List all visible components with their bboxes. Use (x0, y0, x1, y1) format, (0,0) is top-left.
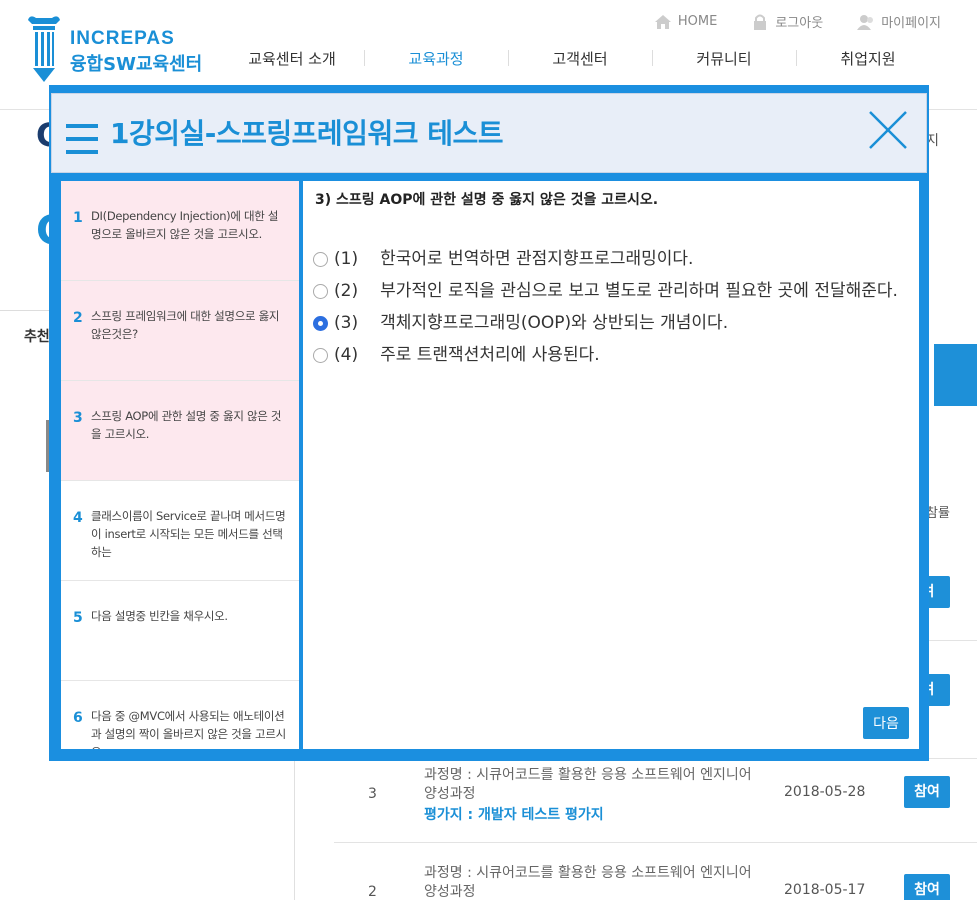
question-item[interactable]: 4 클래스이름이 Service로 끝나며 메서드명이 insert로 시작되는… (61, 481, 299, 581)
option-text: 한국어로 번역하면 관점지향프로그래밍이다. (380, 249, 694, 269)
nav-community[interactable]: 커뮤니티 (652, 48, 796, 69)
nav-support[interactable]: 고객센터 (508, 48, 652, 69)
nav-about[interactable]: 교육센터 소개 (220, 48, 364, 69)
column-logo-icon (28, 16, 60, 82)
bg-row-divider (334, 842, 977, 843)
bg-recommend-label: 추천 (24, 329, 50, 345)
next-button[interactable]: 다음 (863, 707, 909, 739)
util-mypage-link[interactable]: 마이페이지 (857, 12, 941, 31)
main-nav: 교육센터 소개 교육과정 고객센터 커뮤니티 취업지원 (220, 48, 940, 69)
option-text: 객체지향프로그래밍(OOP)와 상반되는 개념이다. (380, 313, 729, 333)
util-home-link[interactable]: HOME (654, 12, 717, 31)
util-mypage-label: 마이페이지 (881, 16, 941, 31)
question-item[interactable]: 6 다음 중 @MVC에서 사용되는 애노테이션과 설명의 짝이 올바르지 않은… (61, 681, 299, 749)
table-row: 2 과정명 : 시큐어코드를 활용한 응용 소프트웨어 엔지니어 양성과정 20… (334, 860, 977, 900)
question-text: 다음 중 @MVC에서 사용되는 애노테이션과 설명의 짝이 올바르지 않은 것… (91, 709, 286, 749)
radio-button-selected[interactable] (313, 316, 328, 331)
modal-header: 1강의실-스프링프레임워크 테스트 (51, 93, 927, 173)
question-number: 5 (73, 610, 83, 626)
radio-button[interactable] (313, 284, 328, 299)
row-join-button[interactable]: 참여 (904, 776, 950, 808)
question-text: 클래스이름이 Service로 끝나며 메서드명이 insert로 시작되는 모… (91, 509, 286, 559)
utility-nav: HOME 로그아웃 마이페이지 (654, 12, 941, 31)
home-icon (654, 14, 671, 29)
question-panel: 3) 스프링 AOP에 관한 설명 중 옳지 않은 것을 고르시오. (1) 한국… (303, 181, 919, 749)
option-number: (4) (334, 345, 359, 365)
question-item[interactable]: 1 DI(Dependency Injection)에 대한 설명으로 올바르지… (61, 181, 299, 281)
answer-option[interactable]: (2) 부가적인 로직을 관심으로 보고 별도로 관리하며 필요한 곳에 전달해준… (313, 279, 913, 303)
question-text: DI(Dependency Injection)에 대한 설명으로 올바르지 않… (91, 209, 279, 241)
table-row: 3 과정명 : 시큐어코드를 활용한 응용 소프트웨어 엔지니어 양성과정 평가… (334, 762, 977, 842)
current-question-title: 3) 스프링 AOP에 관한 설명 중 옳지 않은 것을 고르시오. (315, 192, 659, 208)
answer-options: (1) 한국어로 번역하면 관점지향프로그래밍이다. (2) 부가적인 로직을 관심… (313, 247, 913, 375)
logo-english: INCREPAS (70, 28, 175, 49)
question-list: 1 DI(Dependency Injection)에 대한 설명으로 올바르지… (61, 181, 299, 749)
util-logout-link[interactable]: 로그아웃 (751, 12, 823, 31)
question-item[interactable]: 5 다음 설명중 빈칸을 채우시오. (61, 581, 299, 681)
logo-korean: 융합SW교육센터 (70, 54, 203, 75)
nav-career[interactable]: 취업지원 (796, 48, 940, 69)
nav-courses[interactable]: 교육과정 (364, 48, 508, 69)
answer-option[interactable]: (4) 주로 트랜잭션처리에 사용된다. (313, 343, 913, 367)
site-logo[interactable]: INCREPAS 융합SW교육센터 (26, 14, 206, 84)
question-text: 다음 설명중 빈칸을 채우시오. (91, 609, 228, 623)
row-join-button[interactable]: 참여 (904, 874, 950, 900)
option-text: 부가적인 로직을 관심으로 보고 별도로 관리하며 필요한 곳에 전달해준다. (380, 281, 898, 301)
option-number: (3) (334, 313, 359, 333)
answer-option[interactable]: (3) 객체지향프로그래밍(OOP)와 상반되는 개념이다. (313, 311, 913, 335)
lock-icon (754, 14, 767, 30)
row-eval-link[interactable]: 평가지 : 개발자 테스트 평가지 (424, 804, 604, 824)
bg-blue-bar (934, 344, 977, 406)
question-number: 6 (73, 710, 83, 726)
test-modal: 1강의실-스프링프레임워크 테스트 1 DI(Dependency Inject… (49, 85, 929, 761)
row-number: 2 (368, 884, 377, 900)
option-number: (1) (334, 249, 359, 269)
question-text: 스프링 AOP에 관한 설명 중 옳지 않은 것을 고르시오. (91, 409, 282, 441)
radio-button[interactable] (313, 252, 328, 267)
question-number: 1 (73, 210, 83, 226)
user-icon (857, 14, 874, 30)
question-item[interactable]: 3 스프링 AOP에 관한 설명 중 옳지 않은 것을 고르시오. (61, 381, 299, 481)
question-number: 3 (73, 410, 83, 426)
question-number: 4 (73, 510, 83, 526)
row-course: 과정명 : 시큐어코드를 활용한 응용 소프트웨어 엔지니어 양성과정 (424, 767, 752, 802)
question-text: 스프링 프레임워크에 대한 설명으로 옳지 않은것은? (91, 309, 280, 341)
option-text: 주로 트랜잭션처리에 사용된다. (380, 345, 600, 365)
question-item[interactable]: 2 스프링 프레임워크에 대한 설명으로 옳지 않은것은? (61, 281, 299, 381)
util-home-label: HOME (677, 14, 718, 29)
row-date: 2018-05-28 (784, 784, 866, 800)
question-number: 2 (73, 310, 83, 326)
row-number: 3 (368, 786, 377, 802)
radio-button[interactable] (313, 348, 328, 363)
menu-icon[interactable] (66, 124, 98, 156)
row-course: 과정명 : 시큐어코드를 활용한 응용 소프트웨어 엔지니어 양성과정 (424, 865, 752, 900)
close-icon[interactable] (868, 110, 908, 150)
modal-title: 1강의실-스프링프레임워크 테스트 (110, 117, 504, 150)
option-number: (2) (334, 281, 359, 301)
answer-option[interactable]: (1) 한국어로 번역하면 관점지향프로그래밍이다. (313, 247, 913, 271)
util-logout-label: 로그아웃 (775, 16, 824, 31)
bg-rate-header: 참률 (926, 506, 950, 521)
row-date: 2018-05-17 (784, 882, 866, 898)
